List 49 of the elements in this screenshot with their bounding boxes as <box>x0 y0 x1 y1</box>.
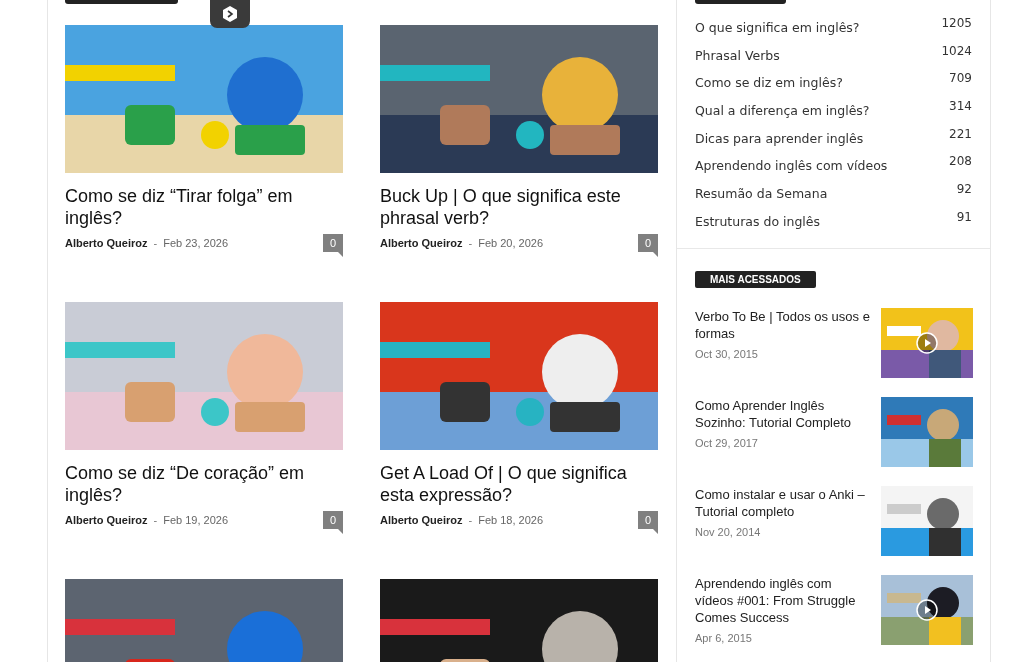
comment-count[interactable]: 0 <box>638 511 658 534</box>
post-count: 208 <box>949 154 972 171</box>
category-link[interactable]: Aprendendo inglês com vídeos <box>695 158 888 183</box>
post-count: 1205 <box>941 16 972 32</box>
category-link[interactable]: Como se diz em inglês? <box>695 75 843 100</box>
section-title: MAIS ACESSADOS <box>695 270 816 288</box>
article-date: Apr 6, 2015 <box>695 631 753 644</box>
article-title[interactable]: Verbo To Be | Todos os usos e formas <box>695 307 871 342</box>
post-date: Feb 23, 2026 <box>163 237 229 249</box>
post-date: Feb 20, 2026 <box>478 237 544 249</box>
author-link[interactable]: Alberto Queiroz <box>65 237 148 249</box>
separator: - <box>153 237 158 249</box>
post-count: 1024 <box>941 43 972 60</box>
category-link[interactable]: Resumão da Semana <box>695 186 828 210</box>
category-link[interactable]: Qual a diferença em inglês? <box>695 103 870 127</box>
separator: - <box>153 514 158 526</box>
post-count: 314 <box>949 99 972 116</box>
play-icon[interactable] <box>916 598 938 621</box>
post-title[interactable]: Get A Load Of | O que significa esta expressão? <box>380 462 658 506</box>
post-count: 709 <box>949 71 972 88</box>
author-link[interactable]: Alberto Queiroz <box>65 514 148 526</box>
separator: - <box>468 514 473 526</box>
article-title[interactable]: Como Aprender Inglês Sozinho: Tutorial Completo <box>695 396 871 431</box>
category-link[interactable]: Phrasal Verbs <box>695 47 780 72</box>
author-link[interactable]: Alberto Queiroz <box>380 514 463 526</box>
article-date: Nov 20, 2014 <box>695 525 762 538</box>
widget-button[interactable] <box>210 0 250 28</box>
article-date: Oct 29, 2017 <box>695 436 759 449</box>
post-count: 91 <box>956 209 972 226</box>
comment-count[interactable]: 0 <box>323 511 343 534</box>
article-title[interactable]: Como instalar e usar o Anki – Tutorial completo <box>695 485 871 520</box>
category-link[interactable]: Estruturas do inglês <box>695 213 821 238</box>
play-icon[interactable] <box>916 331 938 354</box>
hexagon-icon <box>221 5 239 23</box>
author-link[interactable]: Alberto Queiroz <box>380 237 463 249</box>
category-link[interactable]: Dicas para aprender inglês <box>695 130 864 155</box>
post-title[interactable]: Como se diz “De coração” em inglês? <box>65 462 343 506</box>
separator: - <box>468 237 473 249</box>
post-count: 92 <box>956 182 972 199</box>
article-title[interactable]: Aprendendo inglês com vídeos #001: From Struggle Comes Success <box>695 574 871 626</box>
category-link[interactable]: O que significa em inglês? <box>695 20 860 44</box>
post-title[interactable]: Como se diz “Tirar folga” em inglês? <box>65 185 343 229</box>
post-count: 221 <box>949 126 972 143</box>
article-date: Oct 30, 2015 <box>695 347 759 360</box>
comment-count[interactable]: 0 <box>323 234 343 257</box>
post-date: Feb 19, 2026 <box>163 514 229 526</box>
post-date: Feb 18, 2026 <box>478 514 544 526</box>
comment-count[interactable]: 0 <box>638 234 658 257</box>
post-title[interactable]: Buck Up | O que significa este phrasal verb? <box>380 185 658 229</box>
